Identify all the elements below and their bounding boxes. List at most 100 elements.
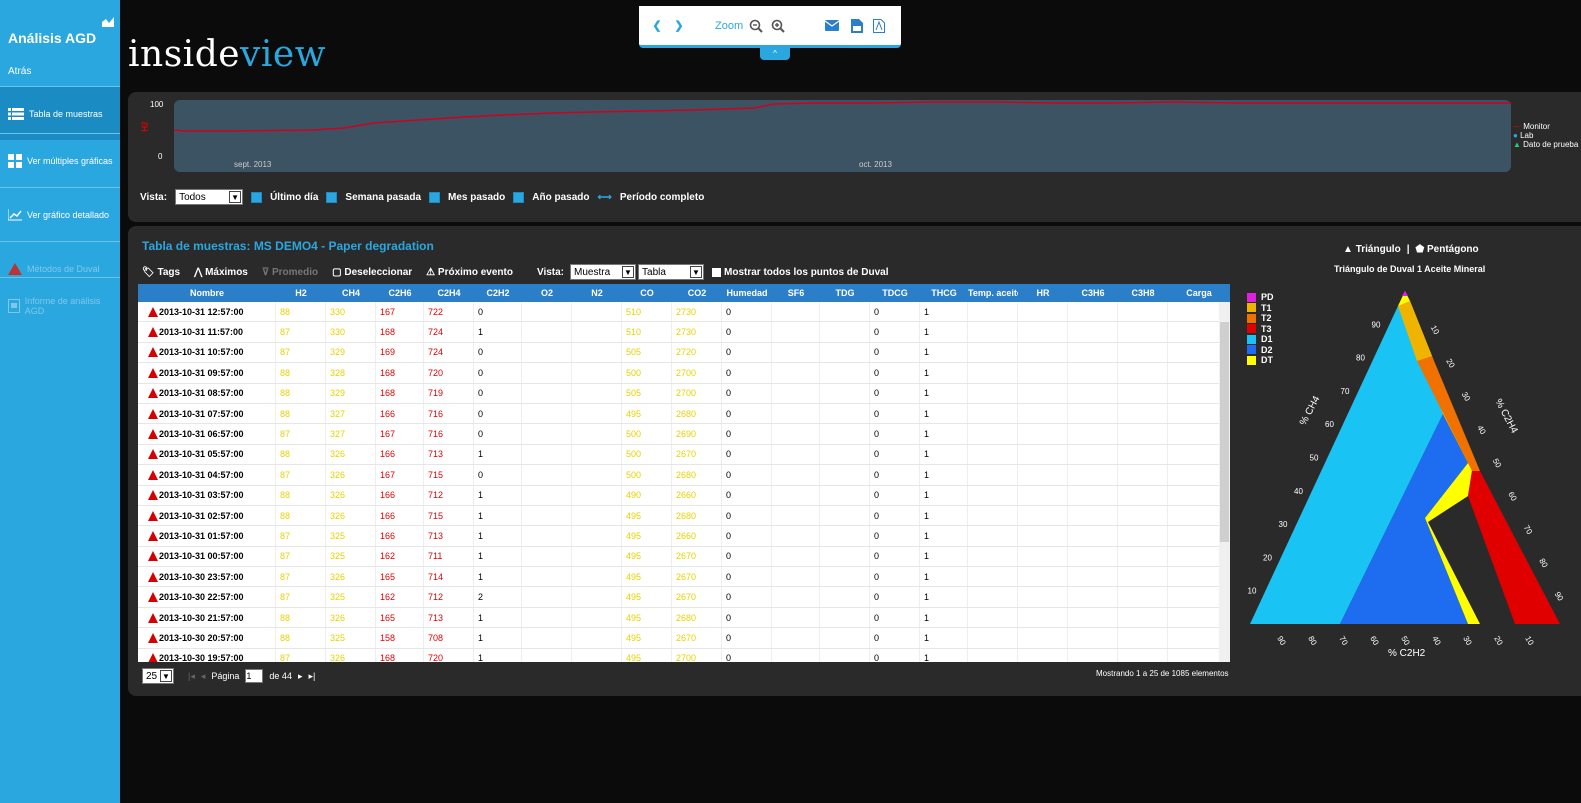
table-row[interactable]: 2013-10-31 06:57:00 87 327 167 716 0 500 2690 0 0… [138,424,1230,445]
zoom-in-icon[interactable] [771,19,785,33]
zoom-out-icon[interactable] [749,19,763,33]
table-cell [572,485,622,505]
full-period-button[interactable]: Período completo [620,192,704,203]
table-row[interactable]: 2013-10-31 03:57:00 88 326 166 712 1 490 2660 0 0… [138,485,1230,506]
table-cell: 169 [376,342,424,363]
column-header[interactable]: Nombre [138,288,276,298]
column-header[interactable]: O2 [522,288,572,298]
last-month-button[interactable]: Mes pasado [448,192,505,203]
sidebar-item-sample-table[interactable]: Tabla de muestras [0,86,120,140]
column-header[interactable]: Temp. aceite [968,288,1018,298]
scroll-thumb[interactable] [1220,322,1229,542]
table-row[interactable]: 2013-10-31 09:57:00 88 328 168 720 0 500 2700 0 0… [138,363,1230,384]
view-select[interactable]: Todos ▼ [175,189,244,205]
tick-label-ch4: 70 [1341,387,1350,396]
next-arrow-icon[interactable]: ❯ [671,18,687,34]
table-cell: 1 [474,648,522,662]
column-header[interactable]: TDCG [870,288,920,298]
column-header[interactable]: CH4 [326,288,376,298]
timeline-plot[interactable] [173,100,1511,172]
page-size-select[interactable]: 25 ▼ [142,668,174,684]
pentagon-mode-button[interactable]: ⬟ Pentágono [1416,244,1479,255]
table-scrollbar[interactable] [1219,302,1230,662]
next-page-icon[interactable]: ▸ [298,671,303,682]
column-header[interactable]: C3H8 [1118,288,1168,298]
table-row[interactable]: 2013-10-30 20:57:00 88 325 158 708 1 495 2670 0 0… [138,628,1230,649]
tags-button[interactable]: 🏷 Tags [142,267,180,278]
back-link[interactable]: Atrás [8,66,31,77]
sidebar-item-detailed-chart[interactable]: Ver gráfico detallado [0,187,120,241]
last-day-button[interactable]: Último día [270,192,318,203]
table-cell: 0 [870,505,920,526]
table-row[interactable]: 2013-10-31 02:57:00 88 326 166 715 1 495 2680 0 0… [138,505,1230,527]
pdf-export-icon[interactable] [873,18,886,33]
triangle-mode-button[interactable]: ▲ Triángulo [1343,244,1401,255]
sidebar-item-multiple-charts[interactable]: Ver múltiples gráficas [0,133,120,187]
table-cell: 713 [424,607,474,628]
report-icon [8,298,20,313]
sidebar-item-agd-report[interactable]: Informe de análisis AGD [0,277,120,333]
table-row[interactable]: 2013-10-31 07:57:00 88 327 166 716 0 495 2680 0 0… [138,403,1230,425]
checkbox[interactable] [712,267,722,277]
display-type-select[interactable]: Tabla ▼ [638,264,705,280]
sample-name-cell: 2013-10-31 06:57:00 [138,424,276,444]
table-cell: 495 [622,403,672,424]
table-cell: 0 [722,383,772,403]
table-cell: 0 [870,485,920,505]
maximos-button[interactable]: ⋀ Máximos [194,267,248,278]
promedio-button[interactable]: ⊽ Promedio [262,267,318,278]
table-toolbar: 🏷 Tags ⋀ Máximos ⊽ Promedio ▢ Deseleccio… [142,264,888,280]
table-cell [1118,567,1168,587]
table-row[interactable]: 2013-10-31 05:57:00 88 326 166 713 1 500 2670 0 0… [138,444,1230,466]
show-all-duval-option[interactable]: Mostrar todos los puntos de Duval [712,267,888,278]
toolbar-collapse-tab[interactable]: ^ [760,48,790,60]
table-row[interactable]: 2013-10-31 12:57:00 88 330 167 722 0 510 2730 0 0… [138,302,1230,323]
column-header[interactable]: C2H2 [474,288,522,298]
tick-label-c2h2: 50 [1399,635,1412,648]
table-row[interactable]: 2013-10-30 19:57:00 87 326 168 720 1 495 2700 0 0… [138,648,1230,662]
column-header[interactable]: TDG [820,288,870,298]
last-week-button[interactable]: Semana pasada [345,192,421,203]
column-header[interactable]: C2H4 [424,288,474,298]
column-header[interactable]: HR [1018,288,1068,298]
table-row[interactable]: 2013-10-31 04:57:00 87 326 167 715 0 500 2680 0 0… [138,465,1230,486]
column-header[interactable]: THCG [920,288,968,298]
table-row[interactable]: 2013-10-31 01:57:00 87 325 166 713 1 495 2660 0 0… [138,526,1230,547]
table-cell [1018,465,1068,485]
last-page-icon[interactable]: ▸| [308,671,315,682]
next-event-button[interactable]: ⚠ Próximo evento [426,267,513,278]
column-header[interactable]: H2 [276,288,326,298]
table-row[interactable]: 2013-10-30 21:57:00 88 326 165 713 1 495 2680 0 0… [138,607,1230,629]
table-cell: 2 [474,587,522,607]
panel-title: Tabla de muestras: MS DEMO4 - Paper degr… [142,239,434,253]
prev-page-icon[interactable]: ◂ [201,671,206,682]
email-icon[interactable] [825,20,840,31]
table-cell: 1 [474,628,522,648]
table-row[interactable]: 2013-10-31 10:57:00 87 329 169 724 0 505 2720 0 0… [138,342,1230,364]
table-row[interactable]: 2013-10-30 22:57:00 87 325 162 712 2 495 2670 0 0… [138,587,1230,608]
column-header[interactable]: CO2 [672,288,722,298]
column-header[interactable]: N2 [572,288,622,298]
table-cell [1068,505,1118,526]
table-row[interactable]: 2013-10-31 08:57:00 88 329 168 719 0 505 2700 0 0… [138,383,1230,404]
table-row[interactable]: 2013-10-30 23:57:00 87 326 165 714 1 495 2670 0 0… [138,567,1230,588]
table-row[interactable]: 2013-10-31 11:57:00 87 330 168 724 1 510 2730 0 0… [138,322,1230,343]
last-year-button[interactable]: Año pasado [532,192,589,203]
table-row[interactable]: 2013-10-31 00:57:00 87 325 162 711 1 495 2670 0 0… [138,546,1230,568]
tick-label-ch4: 90 [1372,320,1381,329]
sample-view-select[interactable]: Muestra ▼ [570,264,637,280]
column-header[interactable]: Carga [1168,288,1230,298]
column-header[interactable]: SF6 [772,288,820,298]
table-cell [522,485,572,505]
prev-arrow-icon[interactable]: ❮ [649,18,665,34]
deselect-button[interactable]: ▢ Deseleccionar [332,267,412,278]
chart-icon[interactable] [102,17,114,27]
column-header[interactable]: C3H6 [1068,288,1118,298]
table-cell [772,302,820,322]
column-header[interactable]: CO [622,288,672,298]
page-input[interactable] [245,669,264,683]
excel-export-icon[interactable] [851,18,864,33]
column-header[interactable]: C2H6 [376,288,424,298]
column-header[interactable]: Humedad [722,288,772,298]
first-page-icon[interactable]: |◂ [188,671,195,682]
